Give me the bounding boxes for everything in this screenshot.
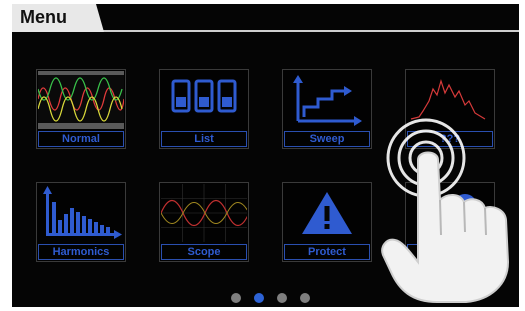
page-dot-active[interactable] <box>254 293 264 303</box>
tile-label: List <box>161 131 247 147</box>
tile-label: Protect <box>284 244 370 260</box>
harmonics-icon <box>43 186 122 239</box>
page-dot[interactable] <box>300 293 310 303</box>
tile-label: Scope <box>161 244 247 260</box>
tile-sweep[interactable]: Sweep <box>282 69 372 149</box>
spectrum-icon <box>410 78 486 120</box>
tile-label: System <box>407 244 493 260</box>
page-title: Menu <box>20 7 67 27</box>
sweep-icon <box>293 75 362 126</box>
gear-icon <box>453 194 477 218</box>
tile-system[interactable]: System <box>405 182 495 262</box>
page-dot[interactable] <box>277 293 287 303</box>
tile-label: ??? <box>407 131 493 147</box>
list-icon <box>171 79 237 113</box>
tile-label: Normal <box>38 131 124 147</box>
page-dot[interactable] <box>231 293 241 303</box>
tile-normal[interactable]: Normal <box>36 69 126 149</box>
tile-spectrum[interactable]: ??? <box>405 69 495 149</box>
tile-scope[interactable]: Scope <box>159 182 249 262</box>
waveform-icon <box>38 71 124 129</box>
warning-icon <box>302 192 352 234</box>
tile-list[interactable]: List <box>159 69 249 149</box>
tile-label: Harmonics <box>38 244 124 260</box>
tile-harmonics[interactable]: Harmonics <box>36 182 126 262</box>
tile-label: Sweep <box>284 131 370 147</box>
tile-protect[interactable]: Protect <box>282 182 372 262</box>
menu-screen: Menu Normal List Sweep ??? Harmonics Sco… <box>12 4 519 307</box>
scope-icon <box>161 184 247 242</box>
